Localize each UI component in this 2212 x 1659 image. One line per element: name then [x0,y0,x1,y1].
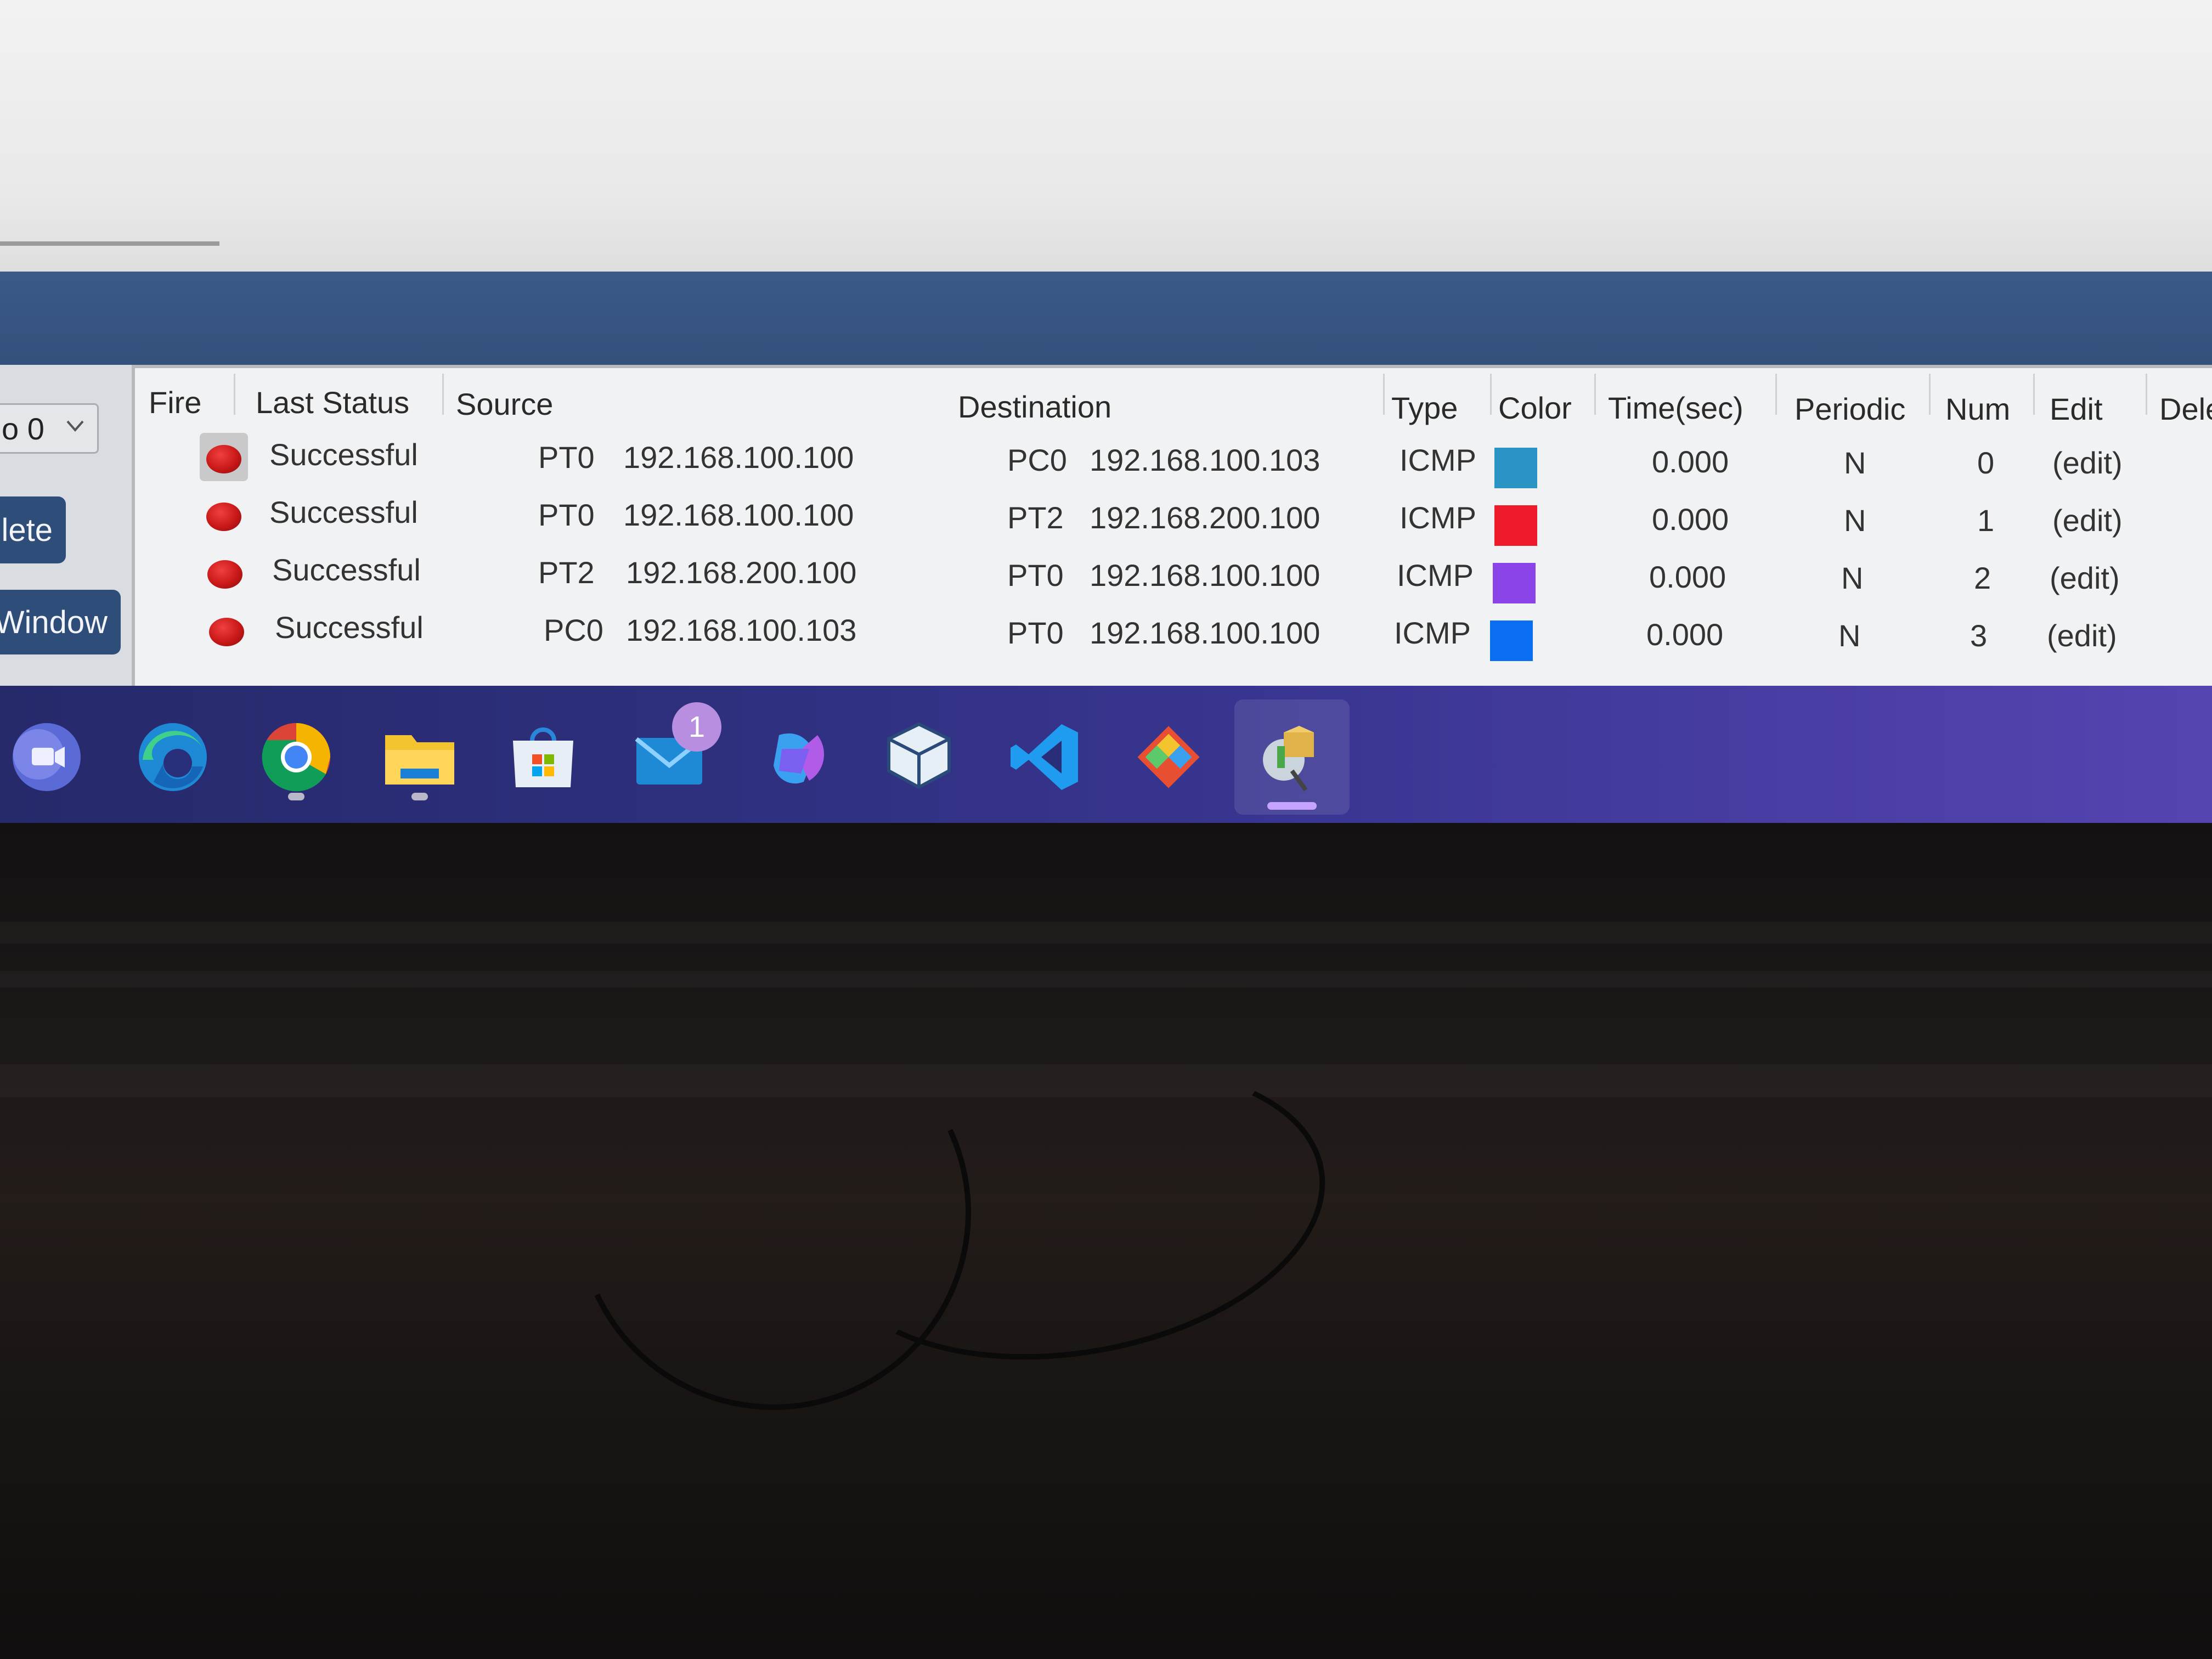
edit-link[interactable]: (edit) [2052,445,2123,481]
pdu-type: ICMP [1400,500,1476,535]
dest-device: PT0 [1007,616,1064,650]
column-separator [2033,374,2035,415]
last-status: Successful [269,437,418,472]
pdu-time: 0.000 [1649,560,1726,594]
toggle-pdu-window-button[interactable]: Window [0,590,121,654]
mail-badge-count: 1 [688,710,706,743]
source-device: PT0 [538,498,595,532]
scenario-select[interactable]: o 0 [0,403,99,454]
fire-icon[interactable] [206,503,241,531]
source-ip: 192.168.100.103 [626,613,857,647]
pdu-num: 1 [1977,503,1995,538]
scenario-select-value: o 0 [2,411,44,446]
git-icon[interactable] [1127,716,1210,798]
color-swatch [1494,448,1537,488]
toggle-pdu-window-label: Window [0,604,108,640]
column-separator [1594,374,1596,415]
bezel-reflection [0,922,2212,944]
last-status: Successful [269,495,418,529]
dest-device: PT0 [1007,558,1064,592]
meet-icon[interactable] [5,716,88,798]
monitor-bezel [0,823,2212,1659]
edge-icon[interactable] [132,716,214,798]
header-num[interactable]: Num [1945,391,2010,427]
workspace-area [0,0,2212,274]
active-app-indicator [1267,802,1317,810]
column-separator [1383,374,1385,415]
header-destination[interactable]: Destination [958,389,1111,425]
header-type[interactable]: Type [1391,390,1458,426]
source-ip: 192.168.100.100 [623,498,854,532]
last-status: Successful [275,610,424,645]
header-last-status[interactable]: Last Status [256,385,409,420]
pdu-periodic: N [1841,561,1864,595]
source-device: PT2 [538,555,595,590]
running-indicator [411,793,428,800]
vscode-icon[interactable] [1004,716,1086,798]
pdu-num: 3 [1970,618,1988,653]
column-separator [1929,374,1931,415]
column-separator [442,374,444,415]
color-swatch [1490,620,1533,661]
store-icon[interactable] [502,716,584,798]
dest-ip: 192.168.100.100 [1090,616,1321,650]
copilot-icon[interactable] [757,716,839,798]
header-time[interactable]: Time(sec) [1608,390,1743,426]
source-device: PT0 [538,440,595,475]
source-ip: 192.168.200.100 [626,555,857,590]
dest-device: PT2 [1007,500,1064,535]
column-separator [234,374,235,415]
pdu-time: 0.000 [1646,617,1724,652]
dest-ip: 192.168.100.103 [1090,443,1321,477]
source-device: PC0 [544,613,603,647]
column-separator [1490,374,1492,415]
color-swatch [1494,505,1537,546]
header-source[interactable]: Source [456,386,553,422]
bezel-reflection [0,971,2212,988]
running-indicator [288,793,304,800]
header-delete[interactable]: Dele [2159,391,2212,427]
header-fire[interactable]: Fire [149,385,201,420]
file-explorer-icon[interactable] [379,716,461,798]
column-separator [2146,374,2147,415]
photo-scene: o 0 lete Window Fire Last Status Source … [0,0,2212,1659]
header-edit[interactable]: Edit [2050,391,2103,427]
packet-tracer-icon[interactable] [1251,716,1333,798]
pdu-type: ICMP [1397,558,1474,592]
edit-link[interactable]: (edit) [2052,503,2123,538]
fire-icon[interactable] [209,618,244,646]
edit-link[interactable]: (edit) [2050,560,2120,596]
pdu-num: 0 [1977,445,1995,480]
pdu-type: ICMP [1400,443,1476,477]
source-ip: 192.168.100.100 [623,440,854,475]
header-periodic[interactable]: Periodic [1795,391,1905,427]
delete-button-label: lete [1,512,53,548]
delete-button[interactable]: lete [0,496,66,563]
dest-device: PC0 [1007,443,1067,477]
chevron-down-icon [66,420,84,432]
fire-icon[interactable] [206,445,241,473]
last-status: Successful [272,552,421,587]
virtualbox-icon[interactable] [878,716,960,798]
mail-badge: 1 [672,702,721,752]
window-title-bar [0,272,2212,368]
dest-ip: 192.168.100.100 [1090,558,1321,592]
taskbar: 1 [0,686,2212,826]
column-separator [1775,374,1777,415]
pdu-periodic: N [1844,503,1866,538]
workspace-divider [0,241,219,246]
edit-link[interactable]: (edit) [2047,618,2117,653]
pdu-time: 0.000 [1652,502,1729,537]
pdu-periodic: N [1844,445,1866,480]
chrome-icon[interactable] [255,716,337,798]
pdu-time: 0.000 [1652,444,1729,479]
pdu-type: ICMP [1394,616,1471,650]
pdu-list-table: Fire Last Status Source Destination Type… [132,365,2212,691]
pdu-num: 2 [1974,561,1991,595]
color-swatch [1493,563,1536,603]
header-color[interactable]: Color [1498,390,1572,426]
pdu-periodic: N [1838,618,1861,653]
fire-icon[interactable] [207,560,242,589]
dest-ip: 192.168.200.100 [1090,500,1321,535]
